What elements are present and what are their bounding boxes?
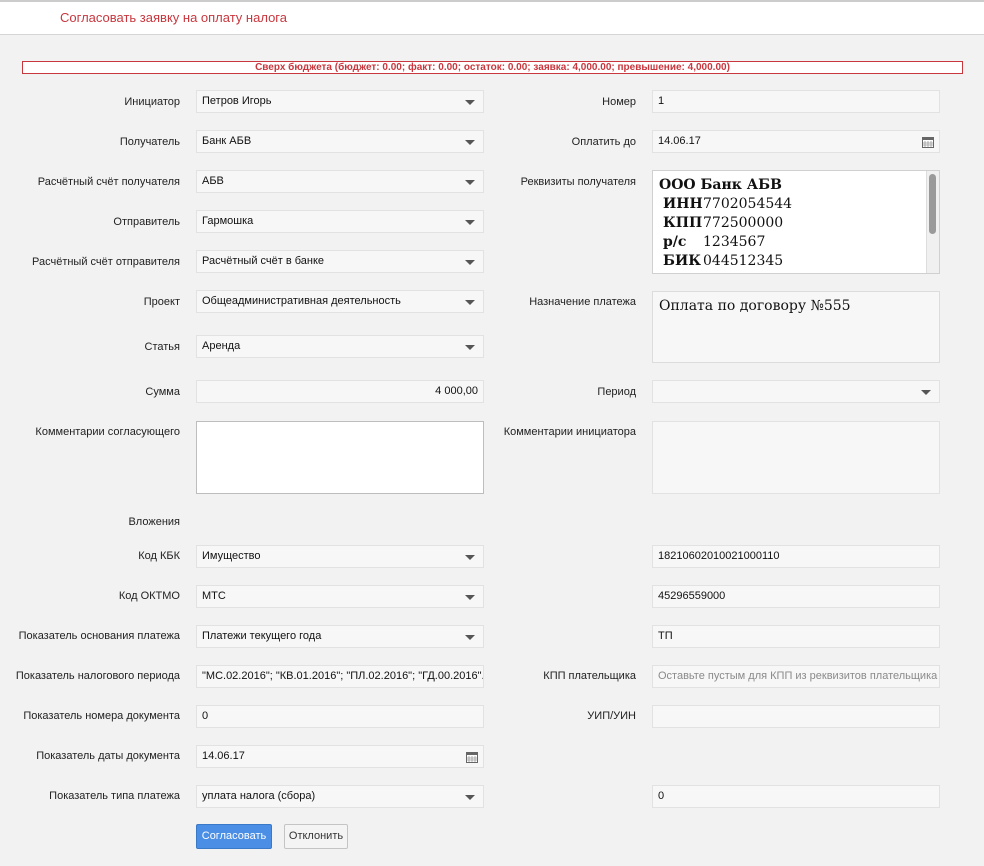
recipient-details-scrollbar[interactable] — [926, 171, 939, 273]
recipient-details-box[interactable]: ООО Банк АБВ ИНН7702054544 КПП772500000 … — [652, 170, 940, 274]
reject-button[interactable]: Отклонить — [284, 824, 348, 849]
initiator-comments-label: Комментарии инициатора — [503, 426, 636, 438]
sender-value: Гармошка — [202, 215, 254, 227]
recipient-account: р/с 1234567 — [663, 234, 766, 250]
pay-until-label: Оплатить до — [571, 136, 636, 148]
sender-label: Отправитель — [113, 216, 180, 228]
sender-account-select[interactable]: Расчётный счёт в банке — [196, 250, 484, 273]
period-select[interactable] — [652, 380, 940, 403]
payment-basis-label: Показатель основания платежа — [18, 630, 180, 642]
oktmo-label: Код ОКТМО — [118, 590, 180, 602]
article-label: Статья — [144, 341, 180, 353]
chevron-down-icon — [465, 260, 475, 265]
chevron-down-icon — [921, 390, 931, 395]
period-label: Период — [597, 386, 636, 398]
recipient-details-label: Реквизиты получателя — [520, 176, 636, 188]
kbk-label: Код КБК — [138, 550, 180, 562]
uip-label: УИП/УИН — [587, 710, 636, 722]
payer-kpp-input[interactable]: Оставьте пустым для КПП из реквизитов пл… — [652, 665, 940, 688]
payment-type-select[interactable]: уплата налога (сбора) — [196, 785, 484, 808]
chevron-down-icon — [465, 555, 475, 560]
initiator-comments-textarea[interactable] — [652, 421, 940, 494]
recipient-inn: ИНН7702054544 — [663, 196, 793, 212]
payment-purpose-label: Назначение платежа — [529, 296, 636, 308]
payment-purpose-field[interactable]: Оплата по договору №555 — [652, 291, 940, 363]
payment-type-value: уплата налога (сбора) — [202, 790, 316, 802]
chevron-down-icon — [465, 635, 475, 640]
chevron-down-icon — [465, 795, 475, 800]
oktmo-value: МТС — [202, 590, 226, 602]
recipient-kpp: КПП772500000 — [663, 215, 784, 231]
number-label: Номер — [602, 96, 636, 108]
pay-until-input[interactable]: 14.06.17 — [652, 130, 940, 153]
recipient-company: ООО Банк АБВ — [659, 177, 782, 193]
article-select[interactable]: Аренда — [196, 335, 484, 358]
sender-account-value: Расчётный счёт в банке — [202, 255, 325, 267]
calendar-icon[interactable] — [466, 751, 478, 763]
oktmo-select[interactable]: МТС — [196, 585, 484, 608]
chevron-down-icon — [465, 345, 475, 350]
scrollbar-thumb[interactable] — [929, 174, 936, 234]
article-value: Аренда — [202, 340, 241, 352]
kbk-code-input[interactable]: 18210602010021000110 — [652, 545, 940, 568]
chevron-down-icon — [465, 220, 475, 225]
payment-basis-code-input[interactable]: ТП — [652, 625, 940, 648]
payment-type-code-input[interactable]: 0 — [652, 785, 940, 808]
calendar-icon[interactable] — [922, 136, 934, 148]
doc-date-label: Показатель даты документа — [36, 750, 180, 762]
chevron-down-icon — [465, 595, 475, 600]
doc-date-value: 14.06.17 — [202, 750, 245, 762]
payer-kpp-label: КПП плательщика — [543, 670, 636, 682]
payment-type-label: Показатель типа платежа — [49, 790, 180, 802]
approve-button[interactable]: Согласовать — [196, 824, 272, 849]
attachments-label: Вложения — [128, 516, 180, 528]
kbk-value: Имущество — [202, 550, 261, 562]
recipient-bik: БИК 044512345 — [663, 253, 784, 269]
page-header: Согласовать заявку на оплату налога — [0, 0, 984, 35]
uip-input[interactable] — [652, 705, 940, 728]
number-input[interactable]: 1 — [652, 90, 940, 113]
doc-date-input[interactable]: 14.06.17 — [196, 745, 484, 768]
kbk-select[interactable]: Имущество — [196, 545, 484, 568]
payment-basis-select[interactable]: Платежи текущего года — [196, 625, 484, 648]
payment-basis-value: Платежи текущего года — [202, 630, 322, 642]
page-title: Согласовать заявку на оплату налога — [60, 10, 287, 25]
pay-until-value: 14.06.17 — [658, 135, 701, 147]
sender-account-label: Расчётный счёт отправителя — [32, 256, 180, 268]
over-budget-warning: Сверх бюджета (бюджет: 0.00; факт: 0.00;… — [22, 61, 963, 74]
oktmo-code-input[interactable]: 45296559000 — [652, 585, 940, 608]
sender-select[interactable]: Гармошка — [196, 210, 484, 233]
